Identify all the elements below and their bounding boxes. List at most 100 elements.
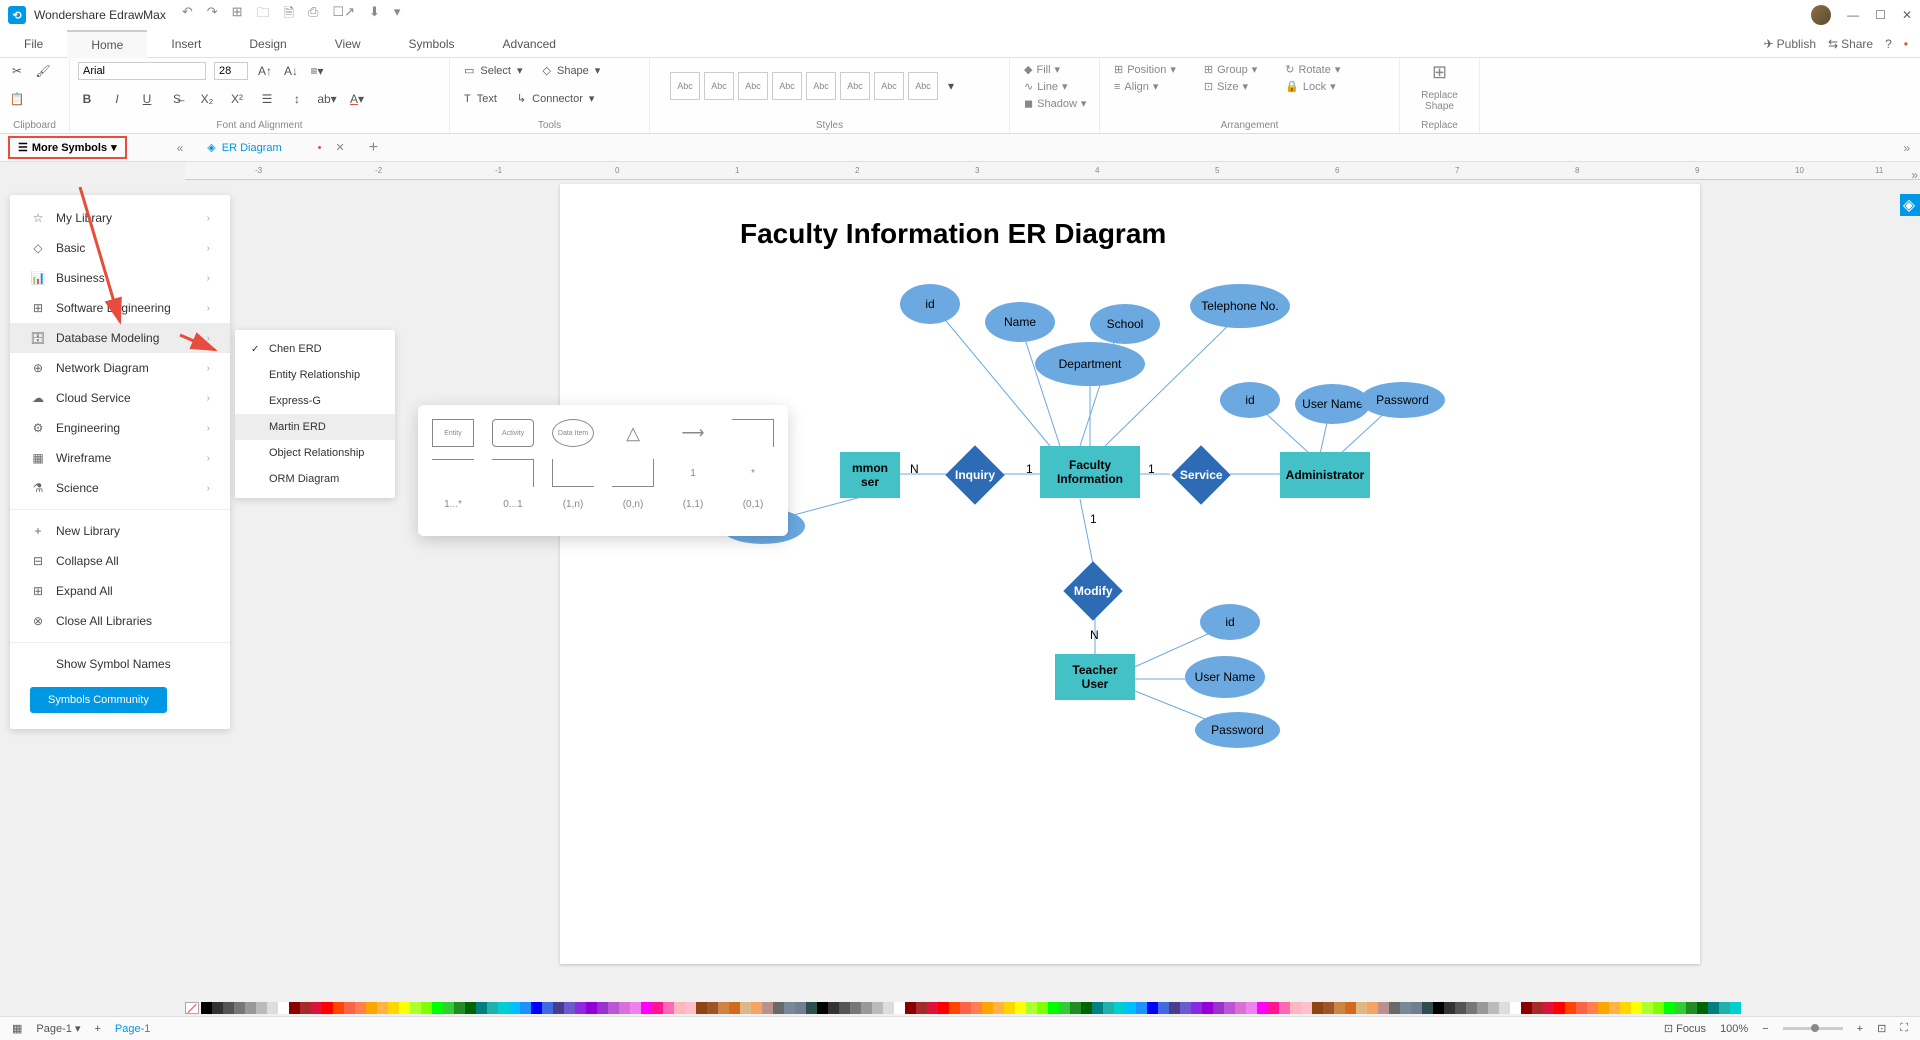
right-panel-collapse[interactable]: » bbox=[1911, 168, 1918, 182]
size-button[interactable]: ⊡ Size▾ bbox=[1198, 79, 1263, 94]
fullscreen-icon[interactable]: ⛶ bbox=[1900, 1022, 1908, 1035]
font-select[interactable] bbox=[78, 62, 206, 80]
save-icon[interactable]: 🗎 bbox=[284, 4, 294, 26]
rel-inquiry[interactable]: Inquiry bbox=[945, 445, 1004, 504]
cat-wireframe[interactable]: ▦Wireframe› bbox=[10, 443, 230, 473]
style-4[interactable]: Abc bbox=[772, 72, 802, 100]
attr-admin-username[interactable]: User Name bbox=[1295, 384, 1370, 424]
cat-close-all[interactable]: ⊗Close All Libraries bbox=[10, 606, 230, 636]
menu-view[interactable]: View bbox=[311, 31, 385, 57]
preview-star[interactable]: * bbox=[732, 468, 774, 479]
preview-arrow-icon[interactable]: ⟶ bbox=[672, 423, 714, 443]
bold-icon[interactable]: B bbox=[78, 90, 96, 108]
preview-entity[interactable]: Entity bbox=[432, 419, 474, 447]
attr-teacher-password[interactable]: Password bbox=[1195, 712, 1280, 748]
menu-design[interactable]: Design bbox=[225, 31, 310, 57]
preview-data[interactable]: Data Item bbox=[552, 419, 594, 447]
text-tool[interactable]: T Text bbox=[458, 91, 503, 107]
position-button[interactable]: ⊞ Position▾ bbox=[1108, 62, 1182, 77]
connector-tool[interactable]: ↳ Connector▾ bbox=[511, 90, 601, 107]
symbols-community-button[interactable]: Symbols Community bbox=[30, 687, 167, 713]
attr-department[interactable]: Department bbox=[1035, 342, 1145, 386]
rotate-button[interactable]: ↻ Rotate▾ bbox=[1279, 62, 1346, 77]
preview-card3[interactable]: (0,n) bbox=[612, 499, 654, 510]
no-color[interactable] bbox=[185, 1002, 199, 1014]
spacing-icon[interactable]: ↕ bbox=[288, 90, 306, 108]
rel-service[interactable]: Service bbox=[1171, 445, 1230, 504]
highlight-icon[interactable]: ab▾ bbox=[318, 90, 336, 108]
preview-triangle-icon[interactable]: △ bbox=[612, 419, 654, 447]
size-select[interactable] bbox=[214, 62, 248, 80]
line-button[interactable]: ∿ Line▾ bbox=[1018, 79, 1091, 94]
menu-advanced[interactable]: Advanced bbox=[479, 31, 580, 57]
attr-admin-password[interactable]: Password bbox=[1360, 382, 1445, 418]
cat-new-library[interactable]: +New Library bbox=[10, 516, 230, 546]
menu-home[interactable]: Home bbox=[67, 30, 147, 58]
entity-common-user[interactable]: mmon ser bbox=[840, 452, 900, 498]
attr-admin-id[interactable]: id bbox=[1220, 382, 1280, 418]
preview-activity[interactable]: Activity bbox=[492, 419, 534, 447]
font-decrease-icon[interactable]: A↓ bbox=[282, 62, 300, 80]
sub-chen-erd[interactable]: ✓Chen ERD bbox=[235, 336, 395, 362]
sub-express-g[interactable]: Express-G bbox=[235, 388, 395, 414]
sub-orm-diagram[interactable]: ORM Diagram bbox=[235, 466, 395, 492]
style-2[interactable]: Abc bbox=[704, 72, 734, 100]
style-1[interactable]: Abc bbox=[670, 72, 700, 100]
entity-administrator[interactable]: Administrator bbox=[1280, 452, 1370, 498]
close-tab-icon[interactable]: ✕ bbox=[336, 141, 345, 154]
shape-tool[interactable]: ◇ Shape▾ bbox=[537, 62, 607, 79]
help-icon[interactable]: ? bbox=[1885, 37, 1892, 51]
cut-icon[interactable]: ✂ bbox=[8, 62, 26, 80]
superscript-icon[interactable]: X² bbox=[228, 90, 246, 108]
sub-object-relationship[interactable]: Object Relationship bbox=[235, 440, 395, 466]
preview-line3[interactable] bbox=[552, 459, 594, 487]
collapse-panel-icon[interactable]: « bbox=[177, 141, 184, 155]
styles-gallery[interactable]: Abc Abc Abc Abc Abc Abc Abc Abc ▾ bbox=[658, 62, 1001, 110]
more-symbols-button[interactable]: ☰ More Symbols ▾ bbox=[8, 136, 127, 159]
styles-more-icon[interactable]: ▾ bbox=[942, 77, 960, 95]
preview-card1[interactable]: 0...1 bbox=[492, 499, 534, 510]
attr-id[interactable]: id bbox=[900, 284, 960, 324]
cat-cloud[interactable]: ☁Cloud Service› bbox=[10, 383, 230, 413]
pages-icon[interactable]: ▦ bbox=[12, 1022, 22, 1035]
sub-martin-erd[interactable]: Martin ERD bbox=[235, 414, 395, 440]
strike-icon[interactable]: S̶ bbox=[168, 90, 186, 108]
close-icon[interactable]: ✕ bbox=[1902, 8, 1912, 22]
cat-engineering[interactable]: ⚙Engineering› bbox=[10, 413, 230, 443]
fit-page-icon[interactable]: ⊡ bbox=[1877, 1022, 1886, 1035]
attr-teacher-username[interactable]: User Name bbox=[1185, 656, 1265, 698]
maximize-icon[interactable]: ☐ bbox=[1875, 8, 1886, 22]
collapse-right-icon[interactable]: » bbox=[1903, 141, 1910, 155]
entity-faculty-info[interactable]: Faculty Information bbox=[1040, 446, 1140, 498]
redo-icon[interactable]: ↷ bbox=[207, 4, 218, 26]
preview-card0[interactable]: 1...* bbox=[432, 499, 474, 510]
canvas[interactable]: Faculty Information ER Diagram bbox=[560, 184, 1700, 964]
add-page-button[interactable]: + bbox=[94, 1023, 100, 1035]
fill-button[interactable]: ◆ Fill▾ bbox=[1018, 62, 1091, 77]
avatar[interactable] bbox=[1811, 5, 1831, 25]
format-painter-icon[interactable]: 🖌 bbox=[34, 62, 52, 80]
cat-show-names[interactable]: Show Symbol Names bbox=[10, 649, 230, 679]
underline-icon[interactable]: U bbox=[138, 90, 156, 108]
page-tab[interactable]: Page-1 bbox=[115, 1023, 150, 1035]
publish-button[interactable]: ✈ Publish bbox=[1764, 37, 1816, 51]
rel-modify[interactable]: Modify bbox=[1063, 561, 1122, 620]
focus-button[interactable]: ⊡ Focus bbox=[1664, 1022, 1706, 1035]
open-icon[interactable]: 🗀 bbox=[257, 4, 270, 26]
preview-card4[interactable]: (1,1) bbox=[672, 499, 714, 510]
print-icon[interactable]: ⎙ bbox=[308, 4, 318, 26]
font-color-icon[interactable]: A▾ bbox=[348, 90, 366, 108]
zoom-display[interactable]: 100% bbox=[1720, 1023, 1748, 1035]
align-menu-icon[interactable]: ≡▾ bbox=[308, 62, 326, 80]
italic-icon[interactable]: I bbox=[108, 90, 126, 108]
style-7[interactable]: Abc bbox=[874, 72, 904, 100]
attr-teacher-id[interactable]: id bbox=[1200, 604, 1260, 640]
document-tab[interactable]: ◈ ER Diagram • ✕ bbox=[207, 141, 344, 154]
cat-science[interactable]: ⚗Science› bbox=[10, 473, 230, 503]
preview-line1[interactable] bbox=[432, 459, 474, 487]
attr-telephone[interactable]: Telephone No. bbox=[1190, 284, 1290, 328]
preview-card2[interactable]: (1,n) bbox=[552, 499, 594, 510]
page-select[interactable]: Page-1 ▾ bbox=[36, 1022, 80, 1035]
zoom-out-button[interactable]: − bbox=[1762, 1023, 1768, 1035]
cat-collapse[interactable]: ⊟Collapse All bbox=[10, 546, 230, 576]
